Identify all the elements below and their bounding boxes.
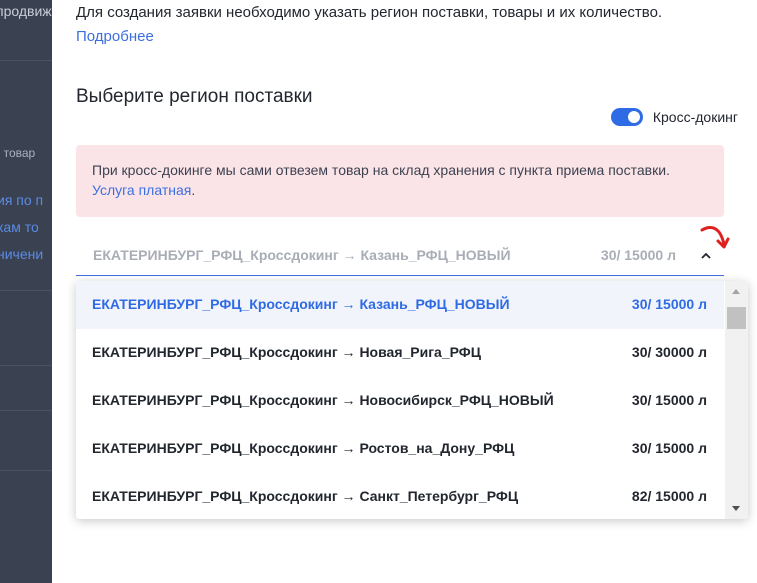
background-page: продвиж ь товар ия по п кам то ничени	[0, 0, 52, 583]
section-heading: Выберите регион поставки	[76, 86, 313, 107]
dropdown-option[interactable]: ЕКАТЕРИНБУРГ_РФЦ_Кроссдокинг → Ростов_на…	[76, 425, 724, 473]
cross-docking-toggle[interactable]: Кросс-докинг	[610, 108, 738, 126]
bg-link-fragment: кам то	[0, 219, 39, 235]
dropdown-option[interactable]: ЕКАТЕРИНБУРГ_РФЦ_Кроссдокинг → Новая_Риг…	[76, 329, 724, 377]
chevron-up-icon[interactable]	[700, 251, 712, 261]
region-select[interactable]: ЕКАТЕРИНБУРГ_РФЦ_Кроссдокинг → Казань_РФ…	[76, 230, 724, 276]
supply-request-modal: Для создания заявки необходимо указать р…	[52, 0, 757, 583]
option-amount: 82/ 15000 л	[631, 488, 707, 504]
cross-docking-notice: При кросс-докинге мы сами отвезем товар …	[76, 145, 724, 217]
bg-fragment: продвиж	[0, 3, 52, 19]
bg-divider	[0, 290, 52, 291]
scroll-thumb[interactable]	[727, 307, 746, 329]
dropdown-option[interactable]: ЕКАТЕРИНБУРГ_РФЦ_Кроссдокинг → Санкт_Пет…	[76, 473, 724, 519]
more-info-link[interactable]: Подробнее	[76, 28, 154, 45]
scroll-down-arrow-icon[interactable]	[732, 506, 740, 511]
region-dropdown-list: ЕКАТЕРИНБУРГ_РФЦ_Кроссдокинг → Казань_РФ…	[76, 281, 748, 519]
toggle-switch[interactable]	[610, 108, 643, 126]
bg-divider	[0, 365, 52, 366]
bg-divider	[0, 410, 52, 411]
toggle-knob	[627, 111, 640, 123]
bg-divider	[0, 470, 52, 471]
select-value: ЕКАТЕРИНБУРГ_РФЦ_Кроссдокинг → Казань_РФ…	[93, 247, 511, 263]
dropdown-option[interactable]: ЕКАТЕРИНБУРГ_РФЦ_Кроссдокинг → Новосибир…	[76, 377, 724, 425]
option-label: ЕКАТЕРИНБУРГ_РФЦ_Кроссдокинг → Казань_РФ…	[92, 296, 510, 312]
option-label: ЕКАТЕРИНБУРГ_РФЦ_Кроссдокинг → Новая_Риг…	[92, 344, 481, 360]
dropdown-scrollbar[interactable]	[725, 281, 748, 519]
bg-divider	[0, 60, 52, 61]
option-label: ЕКАТЕРИНБУРГ_РФЦ_Кроссдокинг → Новосибир…	[92, 392, 554, 408]
option-amount: 30/ 15000 л	[631, 392, 707, 408]
bg-link-fragment: ия по п	[0, 192, 44, 208]
option-amount: 30/ 30000 л	[631, 344, 707, 360]
paid-service-link[interactable]: Услуга платная	[92, 182, 191, 198]
intro-text: Для создания заявки необходимо указать р…	[76, 1, 716, 49]
toggle-label: Кросс-докинг	[652, 109, 738, 125]
bg-fragment: ь товар	[0, 146, 36, 160]
bg-link-fragment: ничени	[0, 246, 44, 262]
scroll-up-arrow-icon[interactable]	[732, 289, 740, 294]
option-label: ЕКАТЕРИНБУРГ_РФЦ_Кроссдокинг → Санкт_Пет…	[92, 488, 519, 504]
dropdown-option[interactable]: ЕКАТЕРИНБУРГ_РФЦ_Кроссдокинг → Казань_РФ…	[76, 281, 724, 329]
select-amount: 30/ 15000 л	[600, 247, 676, 263]
notice-text: При кросс-докинге мы сами отвезем товар …	[92, 162, 670, 178]
option-amount: 30/ 15000 л	[631, 296, 707, 312]
notice-suffix: .	[191, 182, 196, 198]
option-label: ЕКАТЕРИНБУРГ_РФЦ_Кроссдокинг → Ростов_на…	[92, 440, 515, 456]
intro-description: Для создания заявки необходимо указать р…	[76, 4, 663, 21]
option-amount: 30/ 15000 л	[631, 440, 707, 456]
annotation-arrow-icon	[700, 226, 730, 249]
